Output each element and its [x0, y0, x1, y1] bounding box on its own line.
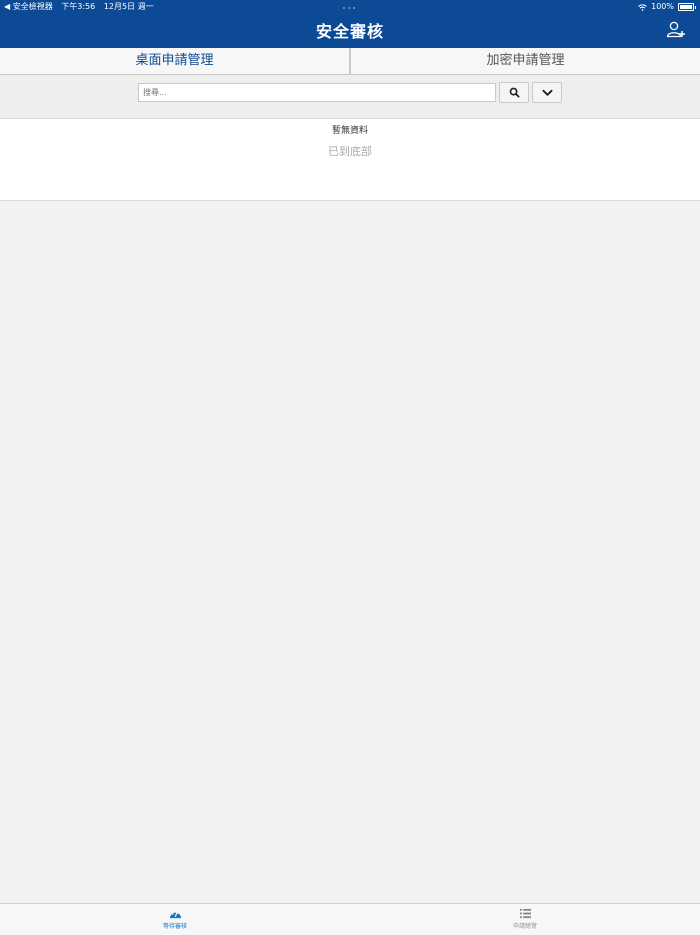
status-date: 12月5日 週一: [103, 2, 154, 11]
wifi-icon: [638, 3, 647, 11]
search-button[interactable]: [499, 82, 529, 103]
end-of-list-message: 已到底部: [328, 145, 372, 158]
tab-bar: 等待審核 申請總覽: [0, 903, 700, 935]
status-time: 下午3:56: [61, 2, 96, 11]
list-icon: [519, 908, 531, 919]
results-list: 暫無資料 已到底部: [0, 119, 700, 201]
status-bar-left: ◀ 安全檢視器 下午3:56 12月5日 週一: [4, 0, 160, 14]
battery-tip: [695, 5, 696, 9]
back-to-app-link[interactable]: ◀ 安全檢視器: [4, 2, 53, 11]
tab-request-overview[interactable]: 申請總覽: [350, 904, 700, 935]
search-bar: [0, 75, 700, 119]
search-input[interactable]: [138, 83, 496, 102]
battery-percent: 100%: [651, 2, 674, 11]
tab-pending-review-label: 等待審核: [162, 923, 187, 930]
navigation-header: ◀ 安全檢視器 下午3:56 12月5日 週一 100% 安全審核: [0, 0, 700, 48]
tab-request-overview-label: 申請總覽: [512, 923, 537, 930]
tab-pending-review[interactable]: 等待審核: [0, 904, 350, 935]
multitask-grabber[interactable]: [343, 7, 355, 9]
segment-desktop-requests[interactable]: 桌面申請管理: [0, 48, 349, 74]
battery-icon: [678, 3, 694, 11]
status-bar-right: 100%: [638, 0, 696, 14]
chevron-down-icon: [541, 89, 553, 96]
search-icon: [509, 87, 520, 98]
empty-state-message: 暫無資料: [331, 126, 368, 136]
filter-dropdown-button[interactable]: [532, 82, 562, 103]
dashboard-icon: [169, 909, 181, 919]
page-title: 安全審核: [315, 22, 384, 41]
add-user-icon[interactable]: [666, 20, 686, 40]
segmented-control: 桌面申請管理 加密申請管理: [0, 48, 700, 75]
segment-encryption-requests[interactable]: 加密申請管理: [349, 48, 700, 74]
